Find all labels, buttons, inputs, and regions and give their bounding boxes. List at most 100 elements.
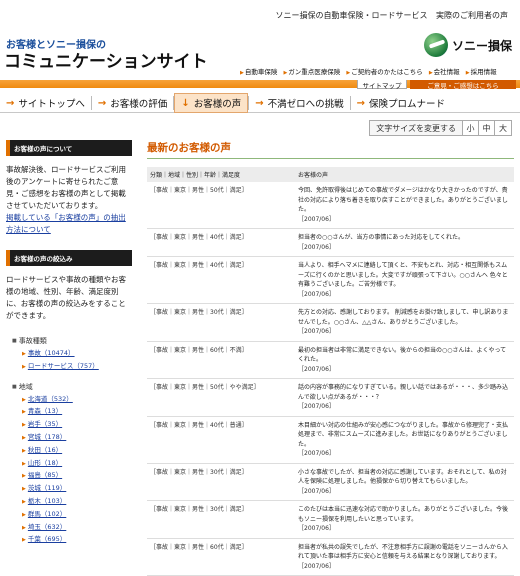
table-row: ［事故｜東京｜男性｜30代｜満足］ 先方との対応、感謝しております。 削減感をお掛…: [147, 303, 514, 342]
font-size-switcher: 文字サイズを変更する 小 中 大: [369, 120, 512, 136]
voice-date: ［2007/06］: [298, 562, 335, 570]
filter-region-link[interactable]: 福島（85）: [28, 471, 62, 479]
filter-region-link[interactable]: 北海道（532）: [28, 395, 73, 403]
table-row: ［事故｜東京｜男性｜60代｜不満］ 最初の担当者は非常に満足できない。後からの担当…: [147, 341, 514, 379]
list-item: 群馬（102）: [22, 509, 132, 522]
region-label: 地域: [12, 382, 132, 392]
sublink-auto[interactable]: 自動車保険: [240, 68, 277, 76]
sidebar: お客様の声について 事故解決後、ロードサービスご利用後のアンケートに寄せられたご…: [6, 140, 132, 547]
table-row: ［事故｜東京｜男性｜40代｜満足］ 当人より、相手へマメに連絡して頂くと、不安もと…: [147, 256, 514, 304]
column-header-category: 分類｜地域｜性別｜年齢｜満足度: [147, 167, 295, 182]
arrow-right-icon: →: [356, 97, 366, 109]
row-voice: 担当者の○○さんが、当方の事情にあった対応をしてくれた。 ［2007/06］: [295, 228, 514, 257]
list-item: 岩手（35）: [22, 419, 132, 432]
list-item: 福島（85）: [22, 470, 132, 483]
row-voice: 最初の担当者は非常に満足できない。後からの担当の○○さんは、よくやってくれた。 ［…: [295, 341, 514, 379]
list-item: 山形（18）: [22, 458, 132, 471]
table-row: ［事故｜東京｜男性｜60代｜満足］ 担当者が私共の誤失でしたが、不注意相手方に誤謝…: [147, 538, 514, 576]
about-text: 事故解決後、ロードサービスご利用後のアンケートに寄せられたご意見・ご感想をお客様…: [6, 164, 132, 236]
nav-customer-rating[interactable]: → お客様の評価: [92, 93, 173, 113]
filter-region-link[interactable]: 宮城（178）: [28, 433, 66, 441]
voice-text: 当人より、相手へマメに連絡して頂くと、不安もとれ、対応・相互関係もスムーズに行く…: [298, 262, 508, 288]
nav-promenade[interactable]: → 保険プロムナード: [351, 93, 451, 113]
table-row: ［事故｜東京｜男性｜50代｜やや満足］ 話の内容が事務的になりすぎている。親しい話…: [147, 378, 514, 417]
arrow-right-icon: →: [6, 97, 15, 109]
row-category: ［事故｜東京｜男性｜40代｜普通］: [147, 416, 295, 464]
nav-zero-complaints[interactable]: → 不満ゼロへの挑戦: [249, 93, 349, 113]
site-title: コミュニケーションサイト: [4, 52, 208, 72]
row-category: ［事故｜東京｜男性｜30代｜満足］: [147, 500, 295, 539]
sitemap-link[interactable]: サイトマップ: [357, 80, 407, 90]
voice-text: 話の内容が事務的になりすぎている。親しい話ではあるが・・・、多少踏み込んで欲しい…: [298, 384, 509, 401]
extraction-method-link[interactable]: 掲載している「お客様の声」の抽出方法について: [6, 212, 132, 236]
voice-date: ［2007/06］: [298, 215, 335, 223]
voice-text: 先方との対応、感謝しております。 削減感をお掛け致しまして、申し訳ありませんでし…: [298, 309, 509, 326]
logo-mark-icon: [423, 33, 448, 57]
row-voice: 今回、免許取得後はじめての事故でダメージはかなり大きかったのですが、貴社の対応に…: [295, 182, 514, 229]
nav-label: サイトトップへ: [18, 99, 85, 110]
nav-site-top[interactable]: → サイトトップへ: [0, 93, 91, 113]
table-row: ［事故｜東京｜男性｜30代｜満足］ 小さな事故でしたが、担当者の対応に感謝していま…: [147, 463, 514, 501]
voice-text: 小さな事故でしたが、担当者の対応に感謝しています。おそれとして、私の対人を保険に…: [298, 468, 507, 486]
list-item: 千葉（695）: [22, 534, 132, 547]
filter-region-link[interactable]: 栃木（103）: [28, 497, 66, 505]
row-voice: 小さな事故でしたが、担当者の対応に感謝しています。おそれとして、私の対人を保険に…: [295, 463, 514, 501]
top-links: ソニー損保の自動車保険・ロードサービス 実際のご利用者の声: [269, 10, 508, 21]
table-row: ［事故｜東京｜男性｜30代｜満足］ このたびは本当に迅速な対応で助かりました。あり…: [147, 500, 514, 539]
filter-region-link[interactable]: 埼玉（632）: [28, 523, 66, 531]
sony-logo[interactable]: ソニー損保: [423, 33, 512, 57]
column-header-voice: お客様の声: [295, 167, 514, 182]
list-item: 栃木（103）: [22, 496, 132, 509]
font-large-button[interactable]: 大: [495, 121, 511, 135]
sublink-contract[interactable]: ご契約者のかたはこちら: [346, 68, 422, 76]
row-voice: 当人より、相手へマメに連絡して頂くと、不安もとれ、対応・相互関係もスムーズに行く…: [295, 256, 514, 304]
font-medium-button[interactable]: 中: [479, 121, 495, 135]
opinion-link[interactable]: ご意見・ご感想はこちら: [410, 80, 516, 90]
filter-region-link[interactable]: 山形（18）: [28, 459, 62, 467]
nav-label: お客様の評価: [110, 99, 168, 110]
voice-date: ［2007/06］: [298, 403, 335, 410]
voice-text: 最初の担当者は非常に満足できない。後からの担当の○○さんは、よくやってくれた。: [298, 346, 507, 364]
nav-customer-voice[interactable]: ↓ お客様の声: [174, 93, 249, 113]
list-item: 北海道（532）: [22, 394, 132, 407]
filter-region-link[interactable]: 岩手（35）: [28, 420, 62, 428]
sublink-company[interactable]: 会社情報: [429, 68, 460, 76]
top-link-auto[interactable]: ソニー損保の自動車保険・ロードサービス: [275, 11, 427, 20]
table-row: ［事故｜東京｜男性｜50代｜満足］ 今回、免許取得後はじめての事故でダメージはかな…: [147, 182, 514, 229]
voice-date: ［2007/06］: [298, 365, 335, 373]
row-category: ［事故｜東京｜男性｜40代｜満足］: [147, 228, 295, 257]
voice-date: ［2007/06］: [298, 290, 335, 298]
filter-type-road[interactable]: ロードサービス（757）: [28, 362, 99, 370]
about-heading: お客様の声について: [6, 140, 132, 156]
filter-region-link[interactable]: 群馬（102）: [28, 510, 66, 518]
voice-text: 担当者の○○さんが、当方の事情にあった対応をしてくれた。: [298, 234, 464, 241]
page-title: 最新のお客様の声: [147, 140, 514, 159]
row-voice: 話の内容が事務的になりすぎている。親しい話ではあるが・・・、多少踏み込んで欲しい…: [295, 378, 514, 417]
type-label: 事故種類: [12, 336, 132, 346]
voice-date: ［2007/06］: [298, 328, 335, 335]
nav-label: 不満ゼロへの挑戦: [267, 99, 344, 110]
arrow-right-icon: →: [97, 97, 107, 109]
sublink-recruit[interactable]: 採用情報: [466, 68, 497, 76]
arrow-right-icon: →: [255, 97, 264, 109]
filter-region-link[interactable]: 茨城（119）: [28, 484, 66, 492]
type-group: 事故種類 事故（10474） ロードサービス（757）: [12, 336, 132, 374]
filter-type-accident[interactable]: 事故（10474）: [28, 349, 75, 357]
font-small-button[interactable]: 小: [463, 121, 479, 135]
row-category: ［事故｜東京｜男性｜60代｜不満］: [147, 341, 295, 379]
main-nav: → サイトトップへ → お客様の評価 ↓ お客様の声 → 不満ゼロへの挑戦 → 保険プロム…: [0, 93, 520, 113]
filter-region-link[interactable]: 秋田（16）: [28, 446, 62, 454]
main-content: 最新のお客様の声 分類｜地域｜性別｜年齢｜満足度 お客様の声 ［事故｜東京｜男性…: [147, 140, 514, 576]
logo-text: ソニー損保: [451, 38, 512, 53]
sublink-cancer[interactable]: ガン重点医療保険: [283, 68, 340, 76]
top-link-voice[interactable]: 実際のご利用者の声: [436, 11, 508, 20]
list-item: 秋田（16）: [22, 445, 132, 458]
filter-region-link[interactable]: 青森（13）: [28, 407, 62, 415]
voice-table: 分類｜地域｜性別｜年齢｜満足度 お客様の声 ［事故｜東京｜男性｜50代｜満足］ 今…: [147, 167, 514, 576]
region-group: 地域 北海道（532） 青森（13） 岩手（35） 宮城（178） 秋田（16） 山形（1…: [12, 382, 132, 548]
row-category: ［事故｜東京｜男性｜60代｜満足］: [147, 538, 295, 576]
filter-region-link[interactable]: 千葉（695）: [28, 535, 66, 543]
nav-label: 保険プロムナード: [369, 99, 446, 110]
nav-label: お客様の声: [193, 99, 242, 110]
table-row: ［事故｜東京｜男性｜40代｜満足］ 担当者の○○さんが、当方の事情にあった対応をし…: [147, 228, 514, 257]
